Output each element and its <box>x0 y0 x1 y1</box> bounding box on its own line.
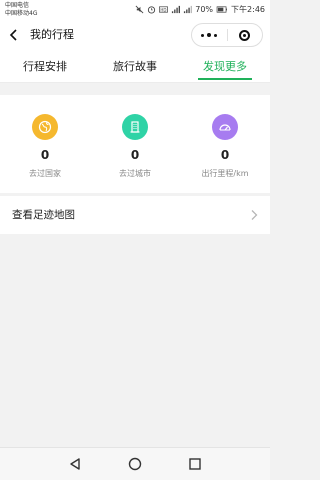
tab-discover-more[interactable]: 发现更多 <box>180 50 270 83</box>
more-dot-mid <box>207 33 212 37</box>
tab-label: 行程安排 <box>23 60 67 73</box>
stat-value: 0 <box>220 148 230 162</box>
footprint-map-label: 查看足迹地图 <box>12 209 75 221</box>
chevron-right-icon <box>251 210 258 220</box>
page-title: 我的行程 <box>30 28 74 41</box>
svg-text:HD: HD <box>161 7 167 12</box>
carrier-info: 中国电信 中国移动4G <box>5 2 37 18</box>
close-mini-program-button[interactable] <box>227 24 262 46</box>
mute-icon <box>135 5 144 13</box>
target-circle-icon <box>239 29 251 41</box>
more-button[interactable] <box>192 24 227 46</box>
hd-icon: HD <box>159 5 169 13</box>
header: 我的行程 <box>0 20 270 50</box>
stat-mileage: 0 出行里程/km <box>180 95 270 193</box>
stat-value: 0 <box>40 148 50 162</box>
tab-travel-stories[interactable]: 旅行故事 <box>90 50 180 83</box>
alarm-icon <box>148 5 156 14</box>
stat-value: 0 <box>130 148 140 162</box>
active-tab-indicator <box>198 78 252 80</box>
back-triangle-icon[interactable] <box>68 457 82 471</box>
status-time: 下午2:46 <box>231 4 265 14</box>
tab-label: 旅行故事 <box>113 60 157 73</box>
target-circle-dot <box>243 33 247 37</box>
status-bar: 中国电信 中国移动4G HD 70% 下午2:46 <box>0 0 270 20</box>
recents-square-icon[interactable] <box>188 457 202 471</box>
building-icon <box>122 114 148 140</box>
speedometer-icon <box>212 114 238 140</box>
mini-program-capsule <box>191 23 263 47</box>
stat-countries: 0 去过国家 <box>0 95 90 193</box>
stat-cities: 0 去过城市 <box>90 95 180 193</box>
globe-icon <box>32 114 58 140</box>
tab-itinerary[interactable]: 行程安排 <box>0 50 90 83</box>
back-arrow-icon[interactable] <box>8 27 20 43</box>
system-navigation-bar <box>0 447 270 480</box>
more-dot-right <box>214 33 218 37</box>
battery-icon <box>216 5 227 13</box>
travel-stats: 0 去过国家 0 去过城市 0 出行里程/km <box>0 95 270 193</box>
stat-label: 去过国家 <box>29 169 61 178</box>
carrier-2: 中国移动4G <box>5 10 38 17</box>
signal-2-icon <box>184 5 193 13</box>
signal-icon <box>172 5 181 13</box>
tab-label: 发现更多 <box>203 60 247 73</box>
tab-bar: 行程安排 旅行故事 发现更多 <box>0 50 270 83</box>
stat-label: 出行里程/km <box>201 169 249 178</box>
stat-label: 去过城市 <box>119 169 151 178</box>
status-icons: HD 70% 下午2:46 <box>135 3 265 15</box>
carrier-1: 中国电信 <box>5 2 30 9</box>
more-dots-icon <box>201 33 205 37</box>
home-circle-icon[interactable] <box>128 457 142 471</box>
view-footprint-map-row[interactable]: 查看足迹地图 <box>0 196 270 234</box>
battery-percent: 70% <box>195 4 214 14</box>
